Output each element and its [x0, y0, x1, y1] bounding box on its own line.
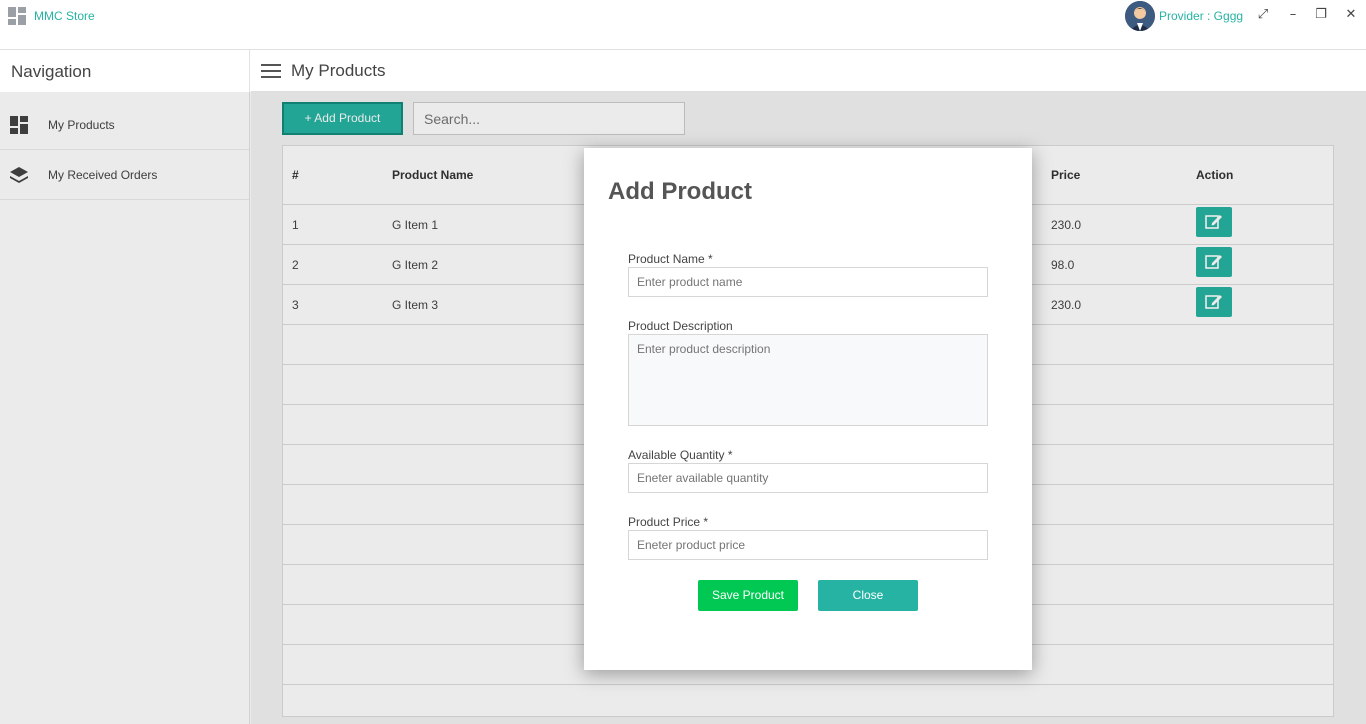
nav-title: Navigation	[11, 62, 92, 81]
available-quantity-input[interactable]	[628, 463, 988, 493]
product-description-input[interactable]	[628, 334, 988, 426]
title-bar: MMC Store Provider : Gggg ⤢ – ❐ ✕	[0, 0, 1366, 50]
close-button[interactable]: Close	[818, 580, 918, 611]
user-label[interactable]: Provider : Gggg	[1159, 9, 1243, 23]
menu-icon[interactable]	[261, 64, 281, 78]
main-header: My Products	[251, 50, 1366, 92]
available-quantity-label: Available Quantity *	[628, 448, 733, 462]
minimize-icon[interactable]: –	[1282, 4, 1304, 26]
restore-icon[interactable]: ❐	[1310, 4, 1332, 26]
save-product-button[interactable]: Save Product	[698, 580, 798, 611]
app-title: MMC Store	[34, 9, 95, 23]
dialog-title: Add Product	[608, 178, 752, 205]
product-name-input[interactable]	[628, 267, 988, 297]
product-description-label: Product Description	[628, 319, 733, 333]
product-name-label: Product Name *	[628, 252, 713, 266]
product-price-input[interactable]	[628, 530, 988, 560]
fullscreen-icon[interactable]: ⤢	[1252, 4, 1274, 26]
app-logo-icon	[8, 7, 26, 25]
page-title: My Products	[291, 61, 386, 80]
avatar[interactable]	[1125, 1, 1155, 31]
user-avatar-icon	[1125, 1, 1155, 31]
close-window-icon[interactable]: ✕	[1340, 4, 1362, 26]
add-product-dialog: Add Product Product Name * Product Descr…	[584, 148, 1032, 670]
product-price-label: Product Price *	[628, 515, 709, 529]
